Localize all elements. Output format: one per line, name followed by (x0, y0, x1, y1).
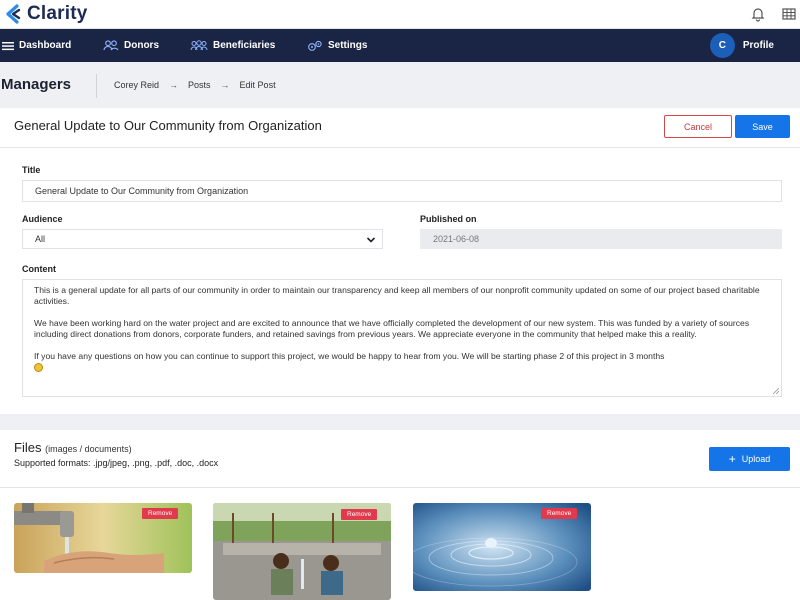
nav-label: Settings (328, 40, 368, 51)
title-label: Title (22, 165, 41, 175)
nav-label: Dashboard (19, 40, 72, 51)
nav-item-settings[interactable]: Settings (307, 29, 367, 62)
content-textarea[interactable]: This is a general update for all parts o… (22, 279, 782, 397)
profile-label: Profile (742, 40, 774, 51)
top-bar: Clarity (0, 0, 800, 29)
breadcrumb-item-current: Edit Post (239, 80, 276, 90)
breadcrumb-item-posts[interactable]: Posts (188, 80, 211, 90)
page-title: Managers (1, 76, 72, 93)
children-water-image: Remove (213, 503, 391, 600)
avatar: C (709, 33, 735, 58)
files-subtitle: (images / documents) (45, 444, 132, 454)
gears-icon (308, 40, 322, 51)
nav-item-beneficiaries[interactable]: Beneficiaries (190, 29, 275, 62)
content-paragraph: We have been working hard on the water p… (34, 318, 750, 339)
resize-handle-icon[interactable] (772, 387, 779, 394)
content-label: Content (22, 264, 56, 274)
smiley-emoji-icon (34, 363, 43, 373)
menu-icon (2, 41, 14, 50)
content-paragraph: This is a general update for all parts o… (34, 285, 760, 306)
profile-menu[interactable]: C Profile (709, 33, 774, 58)
audience-select-value: All (35, 234, 46, 244)
nav-item-donors[interactable]: Donors (103, 29, 159, 62)
main-nav: Dashboard Donors Beneficiaries Settings … (0, 29, 800, 62)
cancel-button[interactable]: Cancel (664, 115, 732, 138)
grid-icon[interactable] (781, 6, 797, 22)
files-divider (0, 487, 800, 488)
arrow-right-icon: → (169, 80, 179, 90)
nav-item-dashboard[interactable]: Dashboard (2, 29, 71, 62)
card-header-divider (0, 147, 800, 148)
post-heading: General Update to Our Community from Org… (14, 118, 322, 133)
content-paragraph: If you have any questions on how you can… (34, 351, 665, 361)
app-name: Clarity (27, 3, 88, 24)
published-label: Published on (420, 214, 477, 224)
upload-button[interactable]: + Upload (709, 447, 790, 471)
title-divider (96, 74, 97, 98)
chevron-down-icon (366, 237, 376, 243)
app-logo[interactable]: Clarity (2, 2, 88, 26)
files-heading: Files (images / documents) (14, 440, 132, 455)
supported-formats: Supported formats: .jpg/jpeg, .png, .pdf… (14, 458, 219, 468)
clarity-logo-icon (6, 4, 21, 24)
faucet-hands-image: Remove (14, 503, 192, 573)
breadcrumb: Corey Reid → Posts → Edit Post (114, 80, 276, 90)
files-title: Files (14, 440, 42, 455)
water-drop-image: Remove (413, 503, 591, 591)
published-date-value: 2021-06-08 (433, 234, 480, 244)
group-icon (190, 40, 208, 51)
users-icon (103, 40, 119, 51)
upload-label: Upload (741, 454, 771, 464)
title-input[interactable]: General Update to Our Community from Org… (22, 180, 782, 202)
nav-label: Beneficiaries (213, 40, 276, 51)
audience-label: Audience (22, 214, 63, 224)
published-date-field: 2021-06-08 (420, 229, 782, 249)
remove-image-button[interactable]: Remove (541, 508, 578, 519)
bell-icon[interactable] (750, 6, 766, 22)
breadcrumb-item-user[interactable]: Corey Reid (114, 80, 159, 90)
arrow-right-icon: → (220, 80, 230, 90)
title-input-value: General Update to Our Community from Org… (35, 186, 249, 196)
remove-image-button[interactable]: Remove (341, 509, 378, 520)
save-button[interactable]: Save (735, 115, 790, 138)
remove-image-button[interactable]: Remove (142, 508, 179, 519)
plus-icon: + (728, 452, 736, 466)
nav-label: Donors (124, 40, 159, 51)
audience-select[interactable]: All (22, 229, 383, 249)
